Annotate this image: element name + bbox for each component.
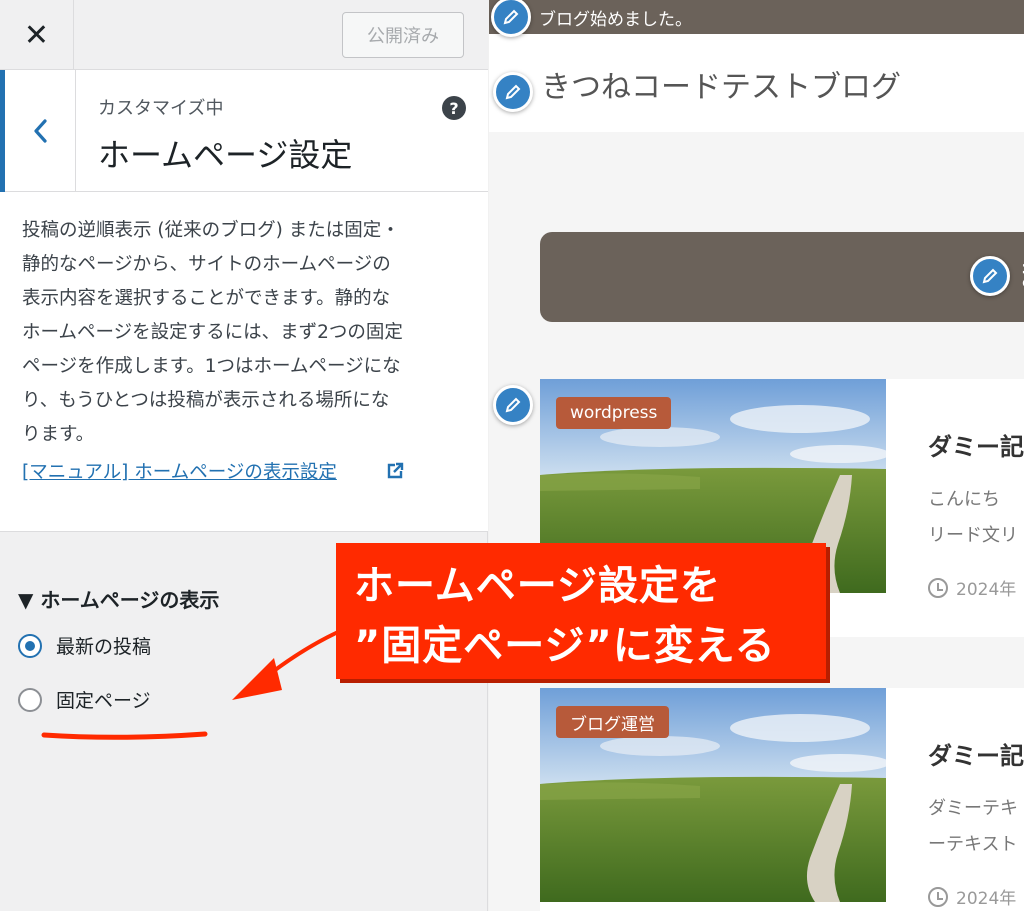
site-title[interactable]: きつねコードテストブログ bbox=[541, 62, 901, 106]
edit-shortcut-pencil-icon[interactable] bbox=[493, 385, 533, 425]
post-excerpt: ーテキスト bbox=[928, 834, 1018, 855]
radio-button[interactable] bbox=[18, 687, 42, 712]
post-date: 2024年 bbox=[928, 884, 1016, 909]
post-excerpt: こんにち bbox=[928, 489, 1000, 510]
post-date-text: 2024年 bbox=[956, 889, 1017, 909]
nav-bar[interactable] bbox=[540, 232, 1024, 322]
announcement-bar: ブログ始めました。 bbox=[489, 0, 1024, 34]
radio-label: 固定ページ bbox=[56, 690, 151, 712]
close-button[interactable]: ✕ bbox=[0, 0, 74, 70]
external-link-icon bbox=[387, 462, 404, 479]
post-date-text: 2024年 bbox=[956, 580, 1017, 600]
post-card[interactable]: ブログ運営 ダミー記 ダミーテキ ーテキスト 2024年 bbox=[540, 688, 1024, 911]
radio-static-page[interactable]: 固定ページ bbox=[18, 686, 151, 713]
post-excerpt: リード文リ bbox=[928, 525, 1018, 546]
category-tag[interactable]: ブログ運営 bbox=[556, 706, 669, 738]
description-line: 静的なページから、サイトのホームページの bbox=[22, 254, 391, 275]
radio-label: 最新の投稿 bbox=[56, 636, 152, 658]
publish-button[interactable]: 公開済み bbox=[342, 12, 464, 58]
section-header: カスタマイズ中 ホームページ設定 ? bbox=[0, 70, 488, 192]
help-icon[interactable]: ? bbox=[442, 96, 466, 120]
annotation-text: ホームページ設定を bbox=[354, 563, 721, 609]
chevron-left-icon bbox=[34, 119, 47, 143]
description-line: 表示内容を選択することができます。静的な bbox=[22, 288, 391, 309]
description-line: ホームページを設定するには、まず2つの固定 bbox=[22, 322, 403, 343]
site-preview: ブログ始めました。 きつねコードテストブログ ま wordpress ダミー記 bbox=[489, 0, 1024, 911]
nav-text: ま bbox=[1017, 250, 1024, 296]
description-line: り、もうひとつは投稿が表示される場所にな bbox=[22, 390, 390, 411]
description-line: ります。 bbox=[22, 424, 95, 445]
announcement-text: ブログ始めました。 bbox=[539, 10, 692, 30]
customizer-panel: ✕ 公開済み カスタマイズ中 ホームページ設定 ? 投稿の逆順表示 (従来のブロ… bbox=[0, 0, 488, 911]
section-title: ホームページ設定 bbox=[98, 136, 353, 174]
breadcrumb: カスタマイズ中 bbox=[98, 98, 224, 119]
post-date: 2024年 bbox=[928, 575, 1016, 600]
manual-link[interactable]: [マニュアル] ホームページの表示設定 bbox=[22, 458, 337, 484]
annotation-callout: ホームページ設定を ”固定ページ”に変える bbox=[336, 543, 826, 679]
description-line: 投稿の逆順表示 (従来のブログ) または固定・ bbox=[22, 220, 400, 241]
post-title[interactable]: ダミー記 bbox=[928, 736, 1024, 771]
description-line: ページを作成します。1つはホームページにな bbox=[22, 356, 401, 377]
edit-shortcut-pencil-icon[interactable] bbox=[970, 256, 1010, 296]
clock-icon bbox=[928, 577, 948, 598]
post-excerpt: ダミーテキ bbox=[928, 798, 1018, 819]
back-button[interactable] bbox=[0, 70, 76, 192]
clock-icon bbox=[928, 886, 948, 907]
site-header: きつねコードテストブログ bbox=[489, 34, 1024, 132]
post-title[interactable]: ダミー記 bbox=[928, 427, 1024, 462]
section-description: 投稿の逆順表示 (従来のブログ) または固定・ 静的なページから、サイトのホーム… bbox=[22, 214, 468, 452]
category-tag[interactable]: wordpress bbox=[556, 397, 672, 429]
edit-shortcut-pencil-icon[interactable] bbox=[493, 72, 533, 112]
radio-button[interactable] bbox=[18, 633, 42, 658]
radio-latest-posts[interactable]: 最新の投稿 bbox=[18, 632, 151, 659]
homepage-display-heading: ▼ ホームページの表示 bbox=[18, 588, 220, 612]
close-icon: ✕ bbox=[23, 17, 50, 53]
annotation-text: ”固定ページ”に変える bbox=[354, 623, 776, 669]
customizer-topbar: ✕ 公開済み bbox=[0, 0, 488, 70]
